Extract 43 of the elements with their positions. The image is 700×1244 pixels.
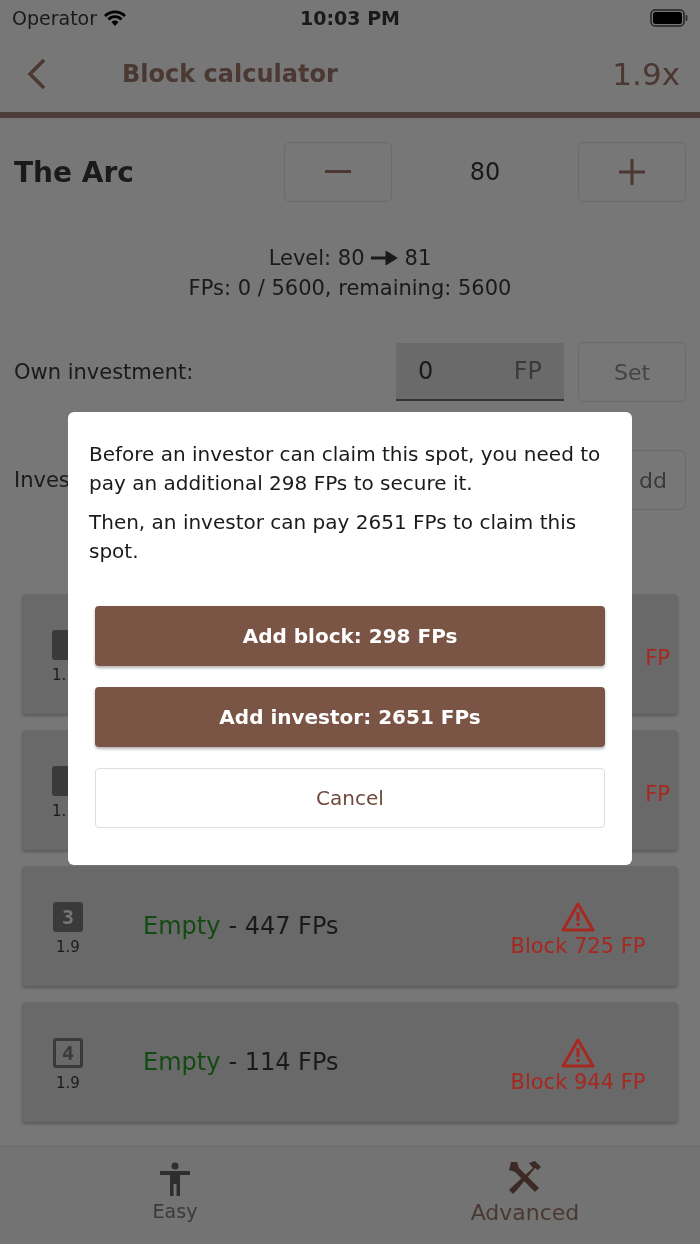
building-name: The Arc bbox=[14, 155, 134, 189]
warning-icon bbox=[561, 1038, 595, 1068]
spot-status: Empty bbox=[143, 912, 221, 940]
spot-card[interactable]: 3 1.9 Empty - 447 FPs Block 725 FP bbox=[22, 866, 678, 986]
status-time: 10:03 PM bbox=[300, 7, 400, 29]
wifi-icon bbox=[103, 9, 128, 27]
carrier-name: Operator bbox=[12, 7, 98, 29]
back-icon[interactable] bbox=[26, 57, 48, 91]
spot-amount: - 114 FPs bbox=[228, 1048, 339, 1076]
screen-title: Block calculator bbox=[122, 60, 339, 88]
tools-icon bbox=[507, 1159, 543, 1196]
own-investment-label: Own investment: bbox=[14, 360, 195, 384]
fps-summary: FPs: 0 / 5600, remaining: 5600 bbox=[188, 276, 512, 300]
plus-icon bbox=[619, 159, 645, 185]
spot-amount: - 447 FPs bbox=[228, 912, 339, 940]
battery-icon bbox=[650, 9, 688, 27]
spot-status: Empty bbox=[143, 1048, 221, 1076]
arrow-icon bbox=[370, 251, 399, 265]
spot-factor: 1. bbox=[52, 802, 67, 820]
dialog-button[interactable]: Add investor: 2651 FPs bbox=[95, 687, 605, 747]
multiplier-value: 1.9x bbox=[612, 56, 680, 92]
tab-button[interactable]: Advanced bbox=[350, 1147, 700, 1244]
spot-factor: 1. bbox=[52, 666, 67, 684]
person-icon bbox=[159, 1162, 191, 1196]
warning-icon bbox=[561, 902, 595, 932]
investors-label: Inves bbox=[14, 468, 70, 492]
decrement-button[interactable] bbox=[284, 142, 392, 202]
level-value: 80 bbox=[468, 158, 502, 186]
dialog-text: Then, an investor can pay 2651 FPs to claim this spot. bbox=[89, 509, 578, 565]
minus-icon bbox=[325, 170, 351, 174]
tab-button[interactable]: Easy bbox=[0, 1147, 350, 1244]
spot-badge: 3 bbox=[53, 902, 83, 932]
increment-button[interactable] bbox=[578, 142, 686, 202]
level-target: 81 bbox=[404, 246, 432, 270]
dialog-button[interactable]: Cancel bbox=[95, 768, 605, 828]
block-cost: FP bbox=[645, 646, 670, 670]
spot-factor: 1.9 bbox=[56, 1074, 80, 1092]
block-cost: Block 725 FP bbox=[510, 934, 646, 958]
dialog-button[interactable]: Add block: 298 FPs bbox=[95, 606, 605, 666]
block-cost: Block 944 FP bbox=[510, 1070, 646, 1094]
spot-factor: 1.9 bbox=[56, 938, 80, 956]
level-label: Level: 80 bbox=[268, 246, 365, 270]
block-cost: FP bbox=[645, 782, 670, 806]
